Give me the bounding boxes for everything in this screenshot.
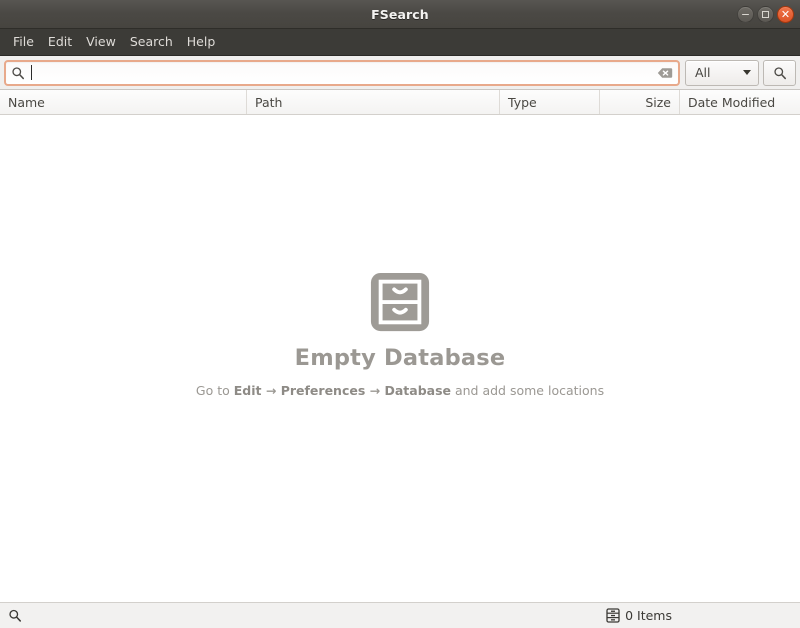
empty-state-hint: Go to Edit → Preferences → Database and … bbox=[196, 383, 604, 398]
menu-item-view[interactable]: View bbox=[79, 31, 123, 53]
search-input[interactable] bbox=[4, 60, 680, 86]
menubar: File Edit View Search Help bbox=[0, 29, 800, 56]
empty-state: Empty Database Go to Edit → Preferences … bbox=[196, 271, 604, 398]
minimize-icon bbox=[742, 14, 749, 16]
search-button[interactable] bbox=[763, 60, 796, 86]
search-toolbar: All bbox=[0, 56, 800, 90]
menu-item-help[interactable]: Help bbox=[180, 31, 223, 53]
results-column-headers: Name Path Type Size Date Modified bbox=[0, 90, 800, 115]
search-icon bbox=[773, 66, 787, 80]
window-title: FSearch bbox=[371, 7, 429, 22]
empty-state-title: Empty Database bbox=[295, 345, 506, 371]
text-caret bbox=[31, 65, 32, 80]
empty-hint-edit: Edit bbox=[234, 383, 262, 398]
menu-item-file[interactable]: File bbox=[6, 31, 41, 53]
column-header-size[interactable]: Size bbox=[600, 90, 680, 114]
statusbar: 0 Items bbox=[0, 602, 800, 628]
empty-hint-database: Database bbox=[384, 383, 451, 398]
search-icon bbox=[11, 66, 25, 80]
minimize-button[interactable] bbox=[737, 6, 754, 23]
maximize-icon bbox=[762, 11, 769, 18]
menu-item-search[interactable]: Search bbox=[123, 31, 180, 53]
column-header-name[interactable]: Name bbox=[0, 90, 247, 114]
menu-item-edit[interactable]: Edit bbox=[41, 31, 79, 53]
search-icon[interactable] bbox=[8, 608, 22, 623]
window-controls: ✕ bbox=[737, 0, 794, 29]
column-header-type[interactable]: Type bbox=[500, 90, 600, 114]
results-area: Empty Database Go to Edit → Preferences … bbox=[0, 115, 800, 602]
filter-dropdown-value: All bbox=[695, 65, 711, 80]
filter-dropdown[interactable]: All bbox=[685, 60, 759, 86]
chevron-down-icon bbox=[743, 70, 751, 75]
maximize-button[interactable] bbox=[757, 6, 774, 23]
item-count-label: 0 Items bbox=[625, 608, 672, 623]
column-header-date-modified[interactable]: Date Modified bbox=[680, 90, 800, 114]
close-icon: ✕ bbox=[781, 9, 790, 20]
statusbar-right: 0 Items bbox=[606, 608, 792, 623]
empty-hint-prefix: Go to bbox=[196, 383, 234, 398]
empty-hint-preferences: Preferences bbox=[281, 383, 366, 398]
column-header-path[interactable]: Path bbox=[247, 90, 500, 114]
database-icon bbox=[606, 608, 620, 623]
fsearch-window: FSearch ✕ File Edit View Search Help bbox=[0, 0, 800, 628]
empty-hint-arrow-1: → bbox=[262, 383, 281, 398]
statusbar-left bbox=[8, 608, 22, 623]
close-button[interactable]: ✕ bbox=[777, 6, 794, 23]
empty-hint-suffix: and add some locations bbox=[451, 383, 604, 398]
file-cabinet-icon bbox=[369, 271, 431, 333]
clear-icon[interactable] bbox=[657, 65, 673, 81]
titlebar[interactable]: FSearch ✕ bbox=[0, 0, 800, 29]
empty-hint-arrow-2: → bbox=[365, 383, 384, 398]
